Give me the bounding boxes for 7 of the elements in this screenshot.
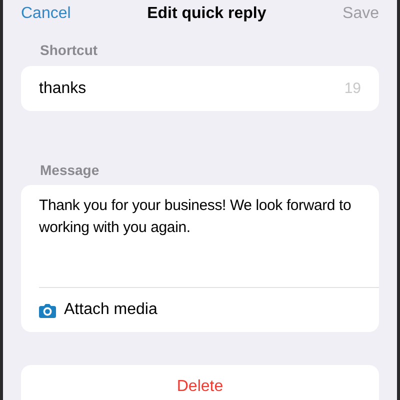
message-field[interactable]: Thank you for your business! We look forward to working with you again. [21, 185, 379, 287]
camera-icon [39, 302, 56, 318]
shortcut-label: Shortcut [39, 42, 99, 58]
message-label: Message [39, 162, 100, 178]
delete-button[interactable]: Delete [21, 365, 379, 400]
attach-media-button[interactable]: Attach media [21, 288, 164, 332]
screen-title: Edit quick reply [147, 5, 266, 23]
